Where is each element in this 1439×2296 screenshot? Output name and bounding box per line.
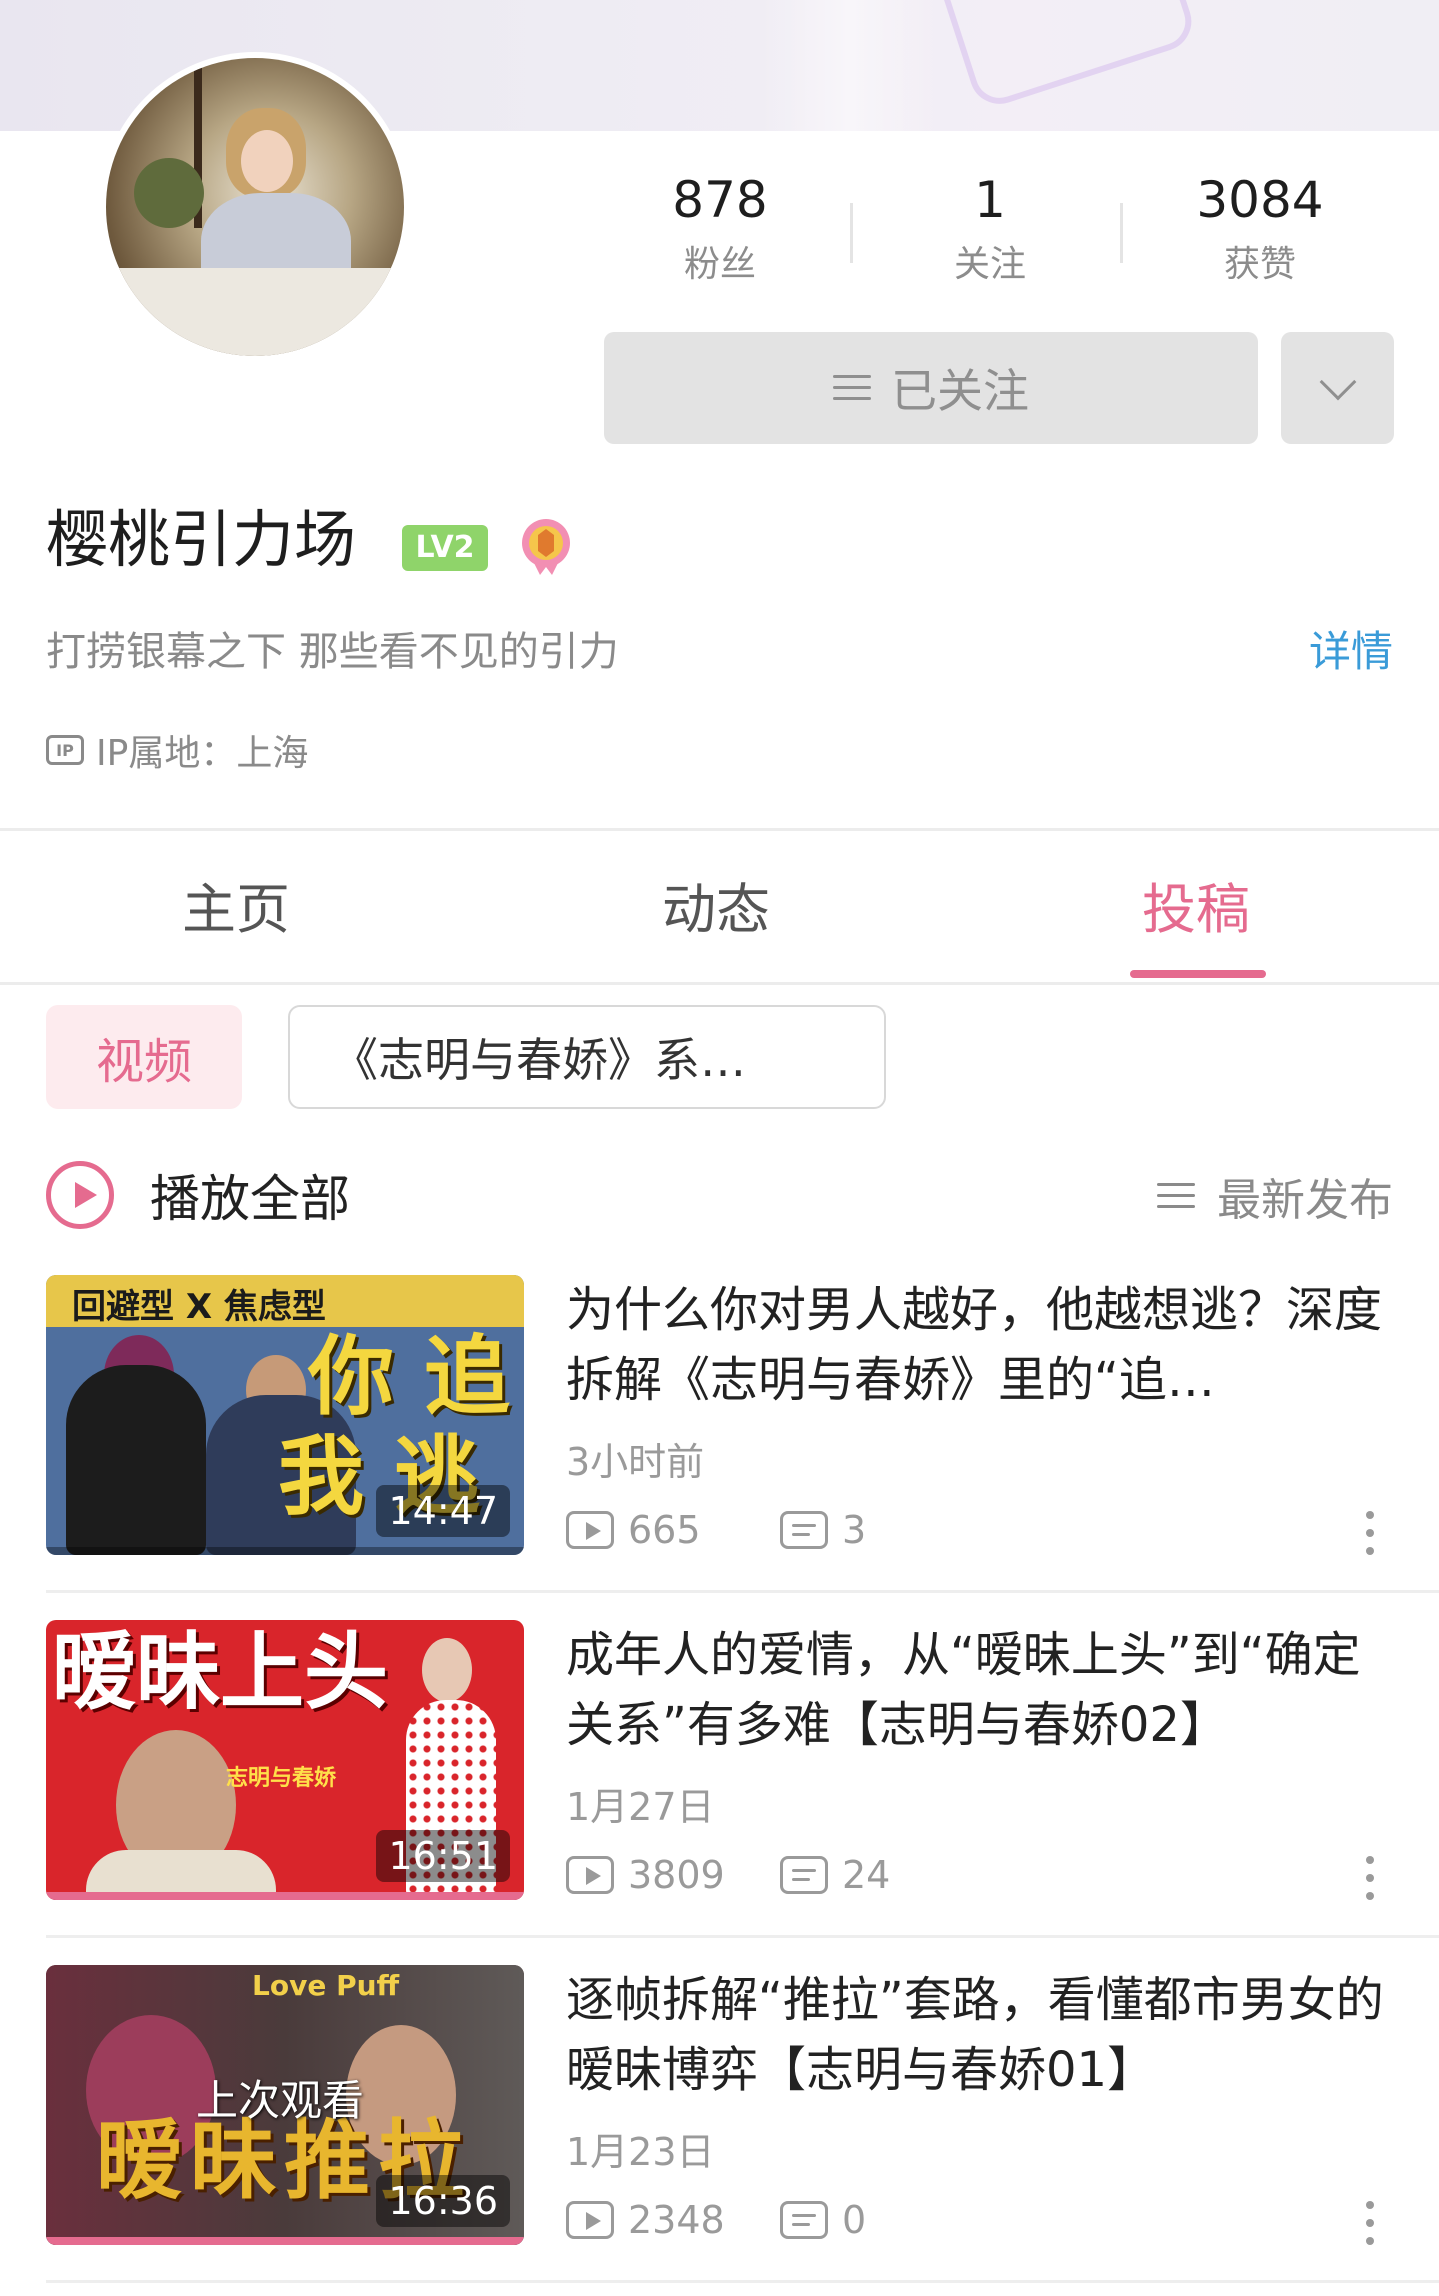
followed-button-label: 已关注 [891,364,1029,418]
play-count: 2348 [628,2198,725,2242]
ip-location-label: IP属地：上海 [96,733,309,774]
video-stats: 2348 0 [566,2193,866,2247]
comment-count: 3 [842,1508,867,1552]
sort-icon [1157,1181,1195,1211]
play-count: 665 [628,1508,701,1552]
comment-icon [780,2201,828,2239]
detail-link[interactable]: 详情 [1309,622,1393,682]
profile-name: 樱桃引力场 [46,503,357,576]
stat-likes[interactable]: 3084 获赞 [1140,165,1380,295]
avatar-image [106,58,404,356]
watch-progress-track [46,1547,524,1555]
play-count: 3809 [628,1853,725,1897]
video-title[interactable]: 为什么你对男人越好，他越想逃？深度拆解《志明与春娇》里的“追… [566,1275,1406,1415]
tab-dynamics[interactable]: 动态 [662,870,770,950]
video-publish-time: 1月23日 [566,2130,715,2174]
profile-tabs: 主页 动态 投稿 [0,840,1439,982]
ip-location: IP IP属地：上海 [46,722,308,778]
tab-uploads[interactable]: 投稿 [1142,870,1250,950]
divider [46,2280,1439,2283]
thumbnail-text: Love Puff [252,1969,400,2002]
play-all-button[interactable]: 播放全部 [46,1155,350,1235]
sort-button[interactable]: 最新发布 [1157,1160,1393,1232]
video-item[interactable]: 暧昧上头 志明与春娇 16:51 成年人的爱情，从“暧昧上头”到“确定关系”有多… [46,1620,1439,1920]
video-duration: 14:47 [376,1485,510,1537]
play-count-icon [566,2201,614,2239]
comment-count: 0 [842,2198,867,2242]
stat-followers[interactable]: 878 粉丝 [600,165,840,295]
watch-progress-bar [46,2237,524,2245]
video-thumbnail[interactable]: 暧昧上头 志明与春娇 16:51 [46,1620,524,1900]
banner-decoration [930,0,1200,112]
video-item[interactable]: Love Puff 暧昧推拉 上次观看 16:36 逐帧拆解“推拉”套路，看懂都… [46,1965,1439,2265]
video-publish-time: 1月27日 [566,1785,715,1829]
last-watched-label: 上次观看 [196,2076,365,2125]
video-stats: 3809 24 [566,1848,890,1902]
comment-icon [780,1511,828,1549]
more-vertical-icon[interactable] [1360,2193,1380,2253]
video-title[interactable]: 逐帧拆解“推拉”套路，看懂都市男女的暧昧博弈【志明与春娇01】 [566,1965,1406,2105]
filter-chip-video[interactable]: 视频 [46,1005,242,1109]
watch-progress-bar [46,1892,524,1900]
play-circle-icon [46,1161,114,1229]
followers-count: 878 [672,171,768,229]
video-duration: 16:51 [376,1830,510,1882]
thumbnail-text: 暧昧上头 [52,1623,389,1721]
play-count-icon [566,1511,614,1549]
video-publish-time: 3小时前 [566,1440,705,1484]
video-thumbnail[interactable]: Love Puff 暧昧推拉 上次观看 16:36 [46,1965,524,2245]
stat-divider [850,203,853,263]
level-badge: LV2 [402,525,488,571]
play-count-icon [566,1856,614,1894]
comment-icon [780,1856,828,1894]
video-title[interactable]: 成年人的爱情，从“暧昧上头”到“确定关系”有多难【志明与春娇02】 [566,1620,1406,1760]
following-count: 1 [974,171,1006,229]
sort-label: 最新发布 [1217,1175,1393,1226]
thumbnail-text: 志明与春娇 [226,1766,337,1791]
divider [46,1590,1439,1593]
following-label: 关注 [953,244,1026,285]
more-options-button[interactable] [1281,332,1394,444]
filter-chip-series[interactable]: 《志明与春娇》系… [288,1005,886,1109]
divider [46,1935,1439,1938]
more-vertical-icon[interactable] [1360,1503,1380,1563]
profile-stats: 878 粉丝 1 关注 3084 获赞 [600,165,1400,305]
likes-count: 3084 [1196,171,1324,229]
ip-icon: IP [46,735,84,765]
play-all-label: 播放全部 [150,1170,350,1228]
followers-label: 粉丝 [683,244,756,285]
video-thumbnail[interactable]: 回避型 X 焦虑型 你 追 我 逃 14:47 [46,1275,524,1555]
stat-divider [1120,203,1123,263]
profile-bio: 打捞银幕之下 那些看不见的引力 [46,629,619,675]
likes-label: 获赞 [1223,244,1296,285]
stat-following[interactable]: 1 关注 [870,165,1110,295]
more-vertical-icon[interactable] [1360,1848,1380,1908]
divider [0,982,1439,985]
menu-icon [833,373,871,403]
medal-icon[interactable] [518,515,574,577]
chevron-down-icon [1319,363,1356,401]
video-item[interactable]: 回避型 X 焦虑型 你 追 我 逃 14:47 为什么你对男人越好，他越想逃？深… [46,1275,1439,1575]
comment-count: 24 [842,1853,891,1897]
video-duration: 16:36 [376,2175,510,2227]
tab-home[interactable]: 主页 [182,870,290,950]
divider [0,828,1439,831]
thumbnail-text: 你 追 [308,1327,510,1427]
thumbnail-text: 回避型 X 焦虑型 [72,1287,326,1327]
avatar[interactable] [100,52,410,362]
active-tab-indicator [1130,970,1266,978]
followed-button[interactable]: 已关注 [604,332,1258,444]
video-stats: 665 3 [566,1503,866,1557]
